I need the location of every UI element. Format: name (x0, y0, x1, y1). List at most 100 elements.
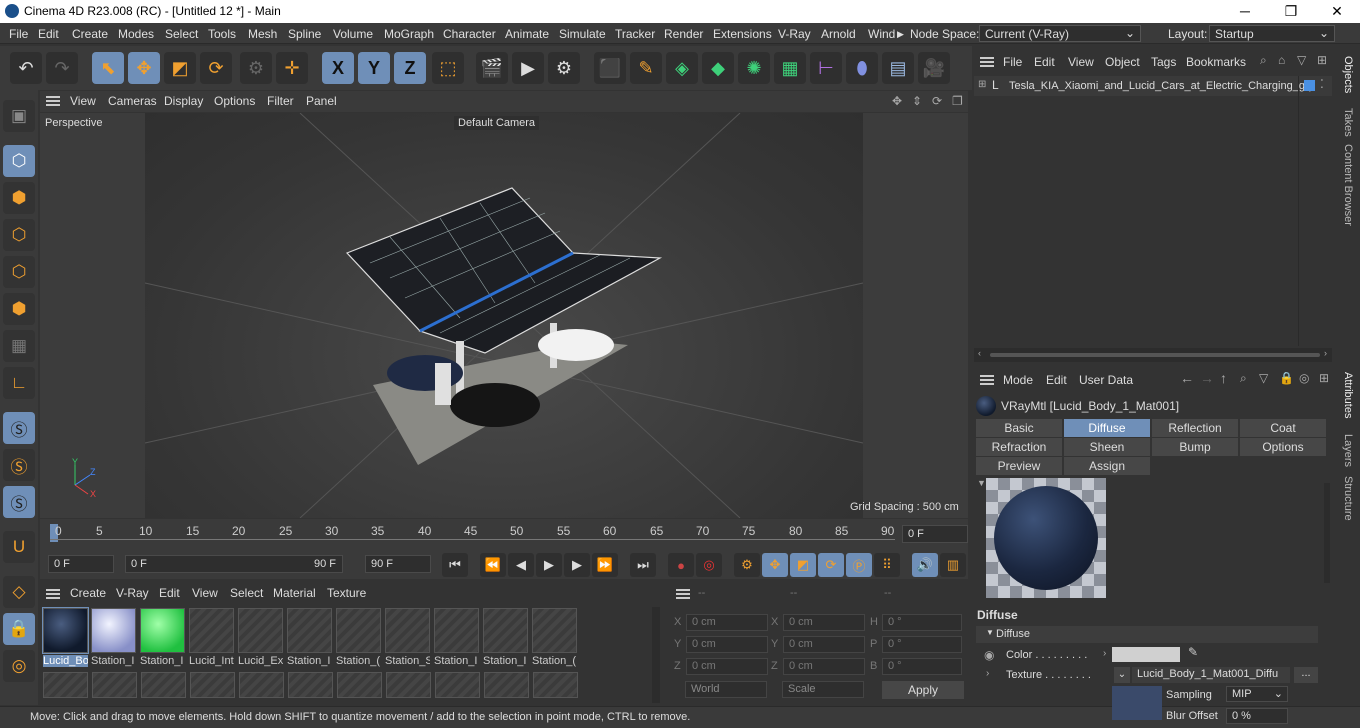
position-y-field[interactable]: 0 cm (686, 636, 768, 653)
texture-mode-icon[interactable]: ⬢ (3, 182, 35, 214)
layer-color-icon[interactable] (1304, 80, 1315, 91)
new-window-icon[interactable]: ⊞ (1319, 371, 1329, 385)
tab-coat[interactable]: Coat (1240, 419, 1326, 437)
collapse-arrow-icon[interactable]: ▼ (977, 478, 986, 488)
key-rotation-icon[interactable]: ⟳ (818, 553, 844, 577)
blur-offset-field[interactable]: 0 % (1226, 708, 1288, 724)
material-swatch[interactable]: Station_( (336, 608, 381, 668)
hamburger-icon[interactable] (676, 589, 690, 599)
goto-start-button[interactable]: ⏮ (442, 553, 468, 577)
y-axis-button[interactable]: Y (358, 52, 390, 84)
rotation-p-field[interactable]: 0 ° (882, 636, 962, 653)
undo-button[interactable]: ↶ (10, 52, 42, 84)
material-swatch[interactable] (484, 672, 529, 698)
material-swatch[interactable] (141, 672, 186, 698)
material-swatch[interactable] (435, 672, 480, 698)
viewport[interactable]: Perspective Default Camera Grid Spacing … (40, 113, 968, 518)
camera-icon[interactable]: 🎥 (918, 52, 950, 84)
side-tab-structure[interactable]: Structure (1342, 476, 1354, 521)
menu-character[interactable]: Character (443, 27, 496, 41)
camera-label[interactable]: Default Camera (454, 116, 540, 130)
material-swatch[interactable] (92, 672, 137, 698)
object-row[interactable]: ⊞ L Tesla_KIA_Xiaomi_and_Lucid_Cars_at_E… (974, 76, 1332, 96)
material-swatch[interactable]: Station_( (532, 608, 577, 668)
attr-menu-edit[interactable]: Edit (1046, 373, 1067, 387)
make-editable-icon[interactable]: ▣ (3, 100, 35, 132)
filter-icon[interactable]: ▽ (1297, 53, 1306, 67)
coordinate-system-button[interactable]: ⬚ (432, 52, 464, 84)
material-preview[interactable] (986, 478, 1106, 598)
expand-icon[interactable]: ⊞ (978, 79, 986, 90)
objects-menu-bookmarks[interactable]: Bookmarks (1186, 55, 1246, 69)
tab-sheen[interactable]: Sheen (1064, 438, 1150, 456)
extrude-icon[interactable]: ◆ (702, 52, 734, 84)
subdivision-icon[interactable]: ◈ (666, 52, 698, 84)
back-arrow-icon[interactable]: ← (1180, 370, 1194, 386)
up-arrow-icon[interactable]: ↑ (1220, 370, 1227, 386)
eyedropper-icon[interactable]: ✎ (1188, 645, 1198, 659)
z-axis-button[interactable]: Z (394, 52, 426, 84)
expand-arrow-icon[interactable]: › (1103, 648, 1106, 659)
texture-dropdown-icon[interactable]: ⌄ (1114, 667, 1130, 683)
material-menu-select[interactable]: Select (230, 586, 263, 600)
sound-icon[interactable]: 🔊 (912, 553, 938, 577)
menu-edit[interactable]: Edit (38, 27, 59, 41)
planar-workplane-icon[interactable]: ◎ (3, 650, 35, 682)
play-button[interactable]: ▶ (536, 553, 562, 577)
material-swatch[interactable]: Lucid_Int (189, 608, 234, 668)
render-view-icon[interactable]: 🎬 (476, 52, 508, 84)
menu-volume[interactable]: Volume (333, 27, 373, 41)
size-x-field[interactable]: 0 cm (783, 614, 865, 631)
menu-spline[interactable]: Spline (288, 27, 321, 41)
material-menu-create[interactable]: Create (70, 586, 106, 600)
preview-range-slider[interactable]: 0 F 90 F (125, 555, 343, 573)
snap-settings-icon[interactable]: Ⓢ (3, 449, 35, 481)
deformer-icon[interactable]: ⊢ (810, 52, 842, 84)
next-key-button[interactable]: ⏩ (592, 553, 618, 577)
close-button[interactable]: ✕ (1314, 0, 1360, 23)
tab-reflection[interactable]: Reflection (1152, 419, 1238, 437)
material-scrollbar[interactable] (652, 607, 660, 703)
goto-end-button[interactable]: ⏭ (630, 553, 656, 577)
key-position-icon[interactable]: ✥ (762, 553, 788, 577)
uv-mode-icon[interactable]: ▦ (3, 330, 35, 362)
hamburger-icon[interactable] (46, 96, 60, 106)
move-tool-button[interactable]: ✥ (128, 52, 160, 84)
group-header[interactable]: ▼ Diffuse (976, 626, 1318, 643)
end-frame-field[interactable]: 90 F (365, 555, 431, 573)
search-icon[interactable]: ⌕ (1240, 371, 1247, 386)
side-tab-layers[interactable]: Layers (1342, 434, 1354, 467)
maximize-view-icon[interactable]: ❐ (952, 94, 963, 108)
minimize-button[interactable]: ─ (1222, 0, 1268, 23)
objects-hscrollbar[interactable]: ‹ › (974, 348, 1332, 362)
point-mode-icon[interactable]: ⬡ (3, 219, 35, 251)
node-space-dropdown[interactable]: Current (V-Ray) ⌄ (979, 25, 1141, 42)
material-swatch[interactable]: Station_S (385, 608, 430, 668)
viewport-menu-display[interactable]: Display (164, 94, 203, 108)
select-tool-button[interactable]: ⬉ (92, 52, 124, 84)
viewport-menu-options[interactable]: Options (214, 94, 255, 108)
cube-icon[interactable]: ⬛ (594, 52, 626, 84)
timeline-window-icon[interactable]: ▥ (940, 553, 966, 577)
size-z-field[interactable]: 0 cm (783, 658, 865, 675)
material-swatch[interactable]: Station_I (287, 608, 332, 668)
workplane-icon[interactable]: ◇ (3, 576, 35, 608)
material-menu-material[interactable]: Material (273, 586, 316, 600)
snap-icon[interactable]: Ⓢ (3, 412, 35, 444)
menu-file[interactable]: File (9, 27, 28, 41)
material-swatch[interactable] (239, 672, 284, 698)
material-swatch[interactable]: Station_I (434, 608, 479, 668)
material-menu-texture[interactable]: Texture (327, 586, 366, 600)
world-dropdown[interactable]: World (685, 681, 767, 698)
objects-menu-file[interactable]: File (1003, 55, 1022, 69)
tab-preview-settings[interactable]: Preview Settings (976, 457, 1062, 491)
pan-icon[interactable]: ✥ (892, 94, 902, 108)
material-swatch[interactable] (337, 672, 382, 698)
scroll-thumb[interactable] (990, 353, 1320, 357)
timeline-ruler[interactable]: 0 5 10 15 20 25 30 35 40 45 50 55 60 65 … (40, 519, 968, 551)
start-frame-field[interactable]: 0 F (48, 555, 114, 573)
objects-menu-edit[interactable]: Edit (1034, 55, 1055, 69)
menu-extensions[interactable]: Extensions (713, 27, 772, 41)
menu-render[interactable]: Render (664, 27, 703, 41)
scroll-right-icon[interactable]: › (1324, 348, 1327, 358)
